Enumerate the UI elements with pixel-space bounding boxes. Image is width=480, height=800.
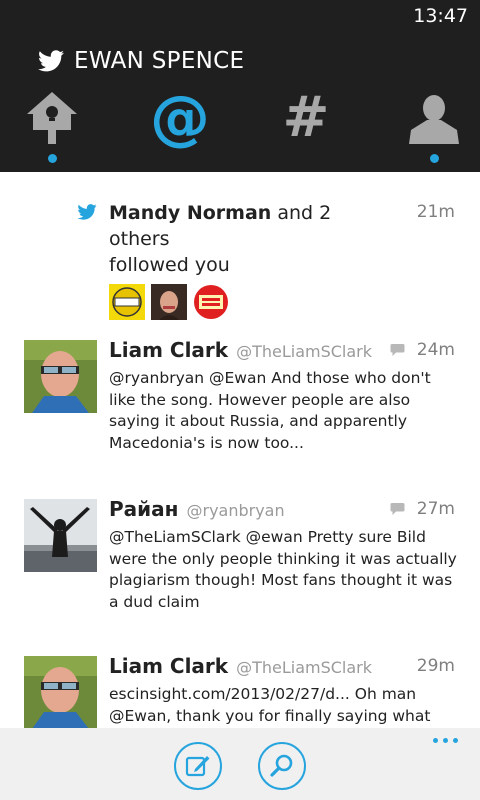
account-switcher[interactable]: EWAN SPENCE: [38, 48, 244, 74]
person-photo-icon: [24, 656, 97, 728]
twitter-bird-icon: [77, 204, 97, 220]
notification-actor[interactable]: Mandy Norman: [109, 202, 271, 224]
more-menu-ellipsis[interactable]: [428, 738, 458, 743]
tweet-text: @TheLiamSClark @ewan Pretty sure Bild we…: [109, 528, 457, 611]
person-photo-icon: [24, 499, 97, 572]
tweet-header: Liam Clark @TheLiamSClark: [109, 654, 459, 678]
person-icon: [409, 95, 459, 144]
account-name: EWAN SPENCE: [74, 48, 245, 74]
conversation-icon: [390, 503, 405, 515]
new-indicator-dot: [429, 154, 439, 163]
tweet-author-name[interactable]: Liam Clark: [109, 338, 228, 362]
notification-text: Mandy Norman and 2 others followed you: [109, 200, 389, 278]
new-indicator-dot: [47, 154, 57, 163]
tweet-author-name[interactable]: Liam Clark: [109, 654, 228, 678]
tab-profile[interactable]: [398, 90, 470, 168]
tweet-time: 24m: [416, 340, 455, 360]
red-badge-icon: [193, 284, 229, 320]
at-icon: @: [150, 83, 210, 153]
compose-icon: [185, 756, 210, 777]
search-button[interactable]: [258, 742, 306, 790]
user-avatar[interactable]: [24, 499, 97, 572]
user-avatar[interactable]: [24, 340, 97, 413]
twitter-bird-icon: [38, 50, 64, 72]
ellipsis-dot: [433, 738, 438, 743]
conversation-icon: [390, 344, 405, 356]
tweet-meta: 29m: [417, 656, 455, 676]
pivot-tabs: @ #: [0, 83, 480, 172]
portrait-icon: [151, 284, 187, 320]
user-avatar[interactable]: [24, 656, 97, 728]
notification-rest-2: followed you: [109, 254, 230, 276]
birdhouse-icon: [27, 92, 77, 144]
tweet-text: @ryanbryan @Ewan And those who don't lik…: [109, 369, 431, 452]
tab-home[interactable]: [16, 90, 88, 168]
yellow-badge-avatar[interactable]: [109, 284, 145, 320]
tab-mentions[interactable]: @: [144, 83, 216, 168]
status-bar-time: 13:47: [413, 5, 468, 27]
portrait-avatar[interactable]: [151, 284, 187, 320]
tweet-meta: 24m: [390, 340, 455, 360]
tweet-meta: 27m: [390, 499, 455, 519]
ellipsis-dot: [443, 738, 448, 743]
tab-hashtags[interactable]: #: [270, 90, 342, 168]
notification-time: 21m: [416, 202, 455, 222]
red-badge-avatar[interactable]: [193, 284, 229, 320]
yellow-badge-icon: [109, 284, 145, 320]
tweet-author-handle: @ryanbryan: [186, 501, 285, 520]
app-header: 13:47 EWAN SPENCE @ #: [0, 0, 480, 172]
tweet-author-handle: @TheLiamSClark: [236, 658, 373, 677]
tweet-time: 27m: [416, 499, 455, 519]
app-bar: [0, 728, 480, 800]
tweet-text: escinsight.com/2013/02/27/d... Oh man @E…: [109, 685, 431, 725]
person-photo-icon: [24, 340, 97, 413]
follower-avatars: [109, 284, 235, 320]
tweet-author-name[interactable]: Райан: [109, 497, 178, 521]
tweet-author-handle: @TheLiamSClark: [236, 342, 373, 361]
search-icon: [270, 754, 293, 777]
compose-button[interactable]: [174, 742, 222, 790]
hash-icon: #: [282, 85, 330, 150]
tweet-time: 29m: [416, 656, 455, 676]
ellipsis-dot: [453, 738, 458, 743]
mentions-feed[interactable]: Mandy Norman and 2 others followed you 2…: [0, 172, 480, 728]
